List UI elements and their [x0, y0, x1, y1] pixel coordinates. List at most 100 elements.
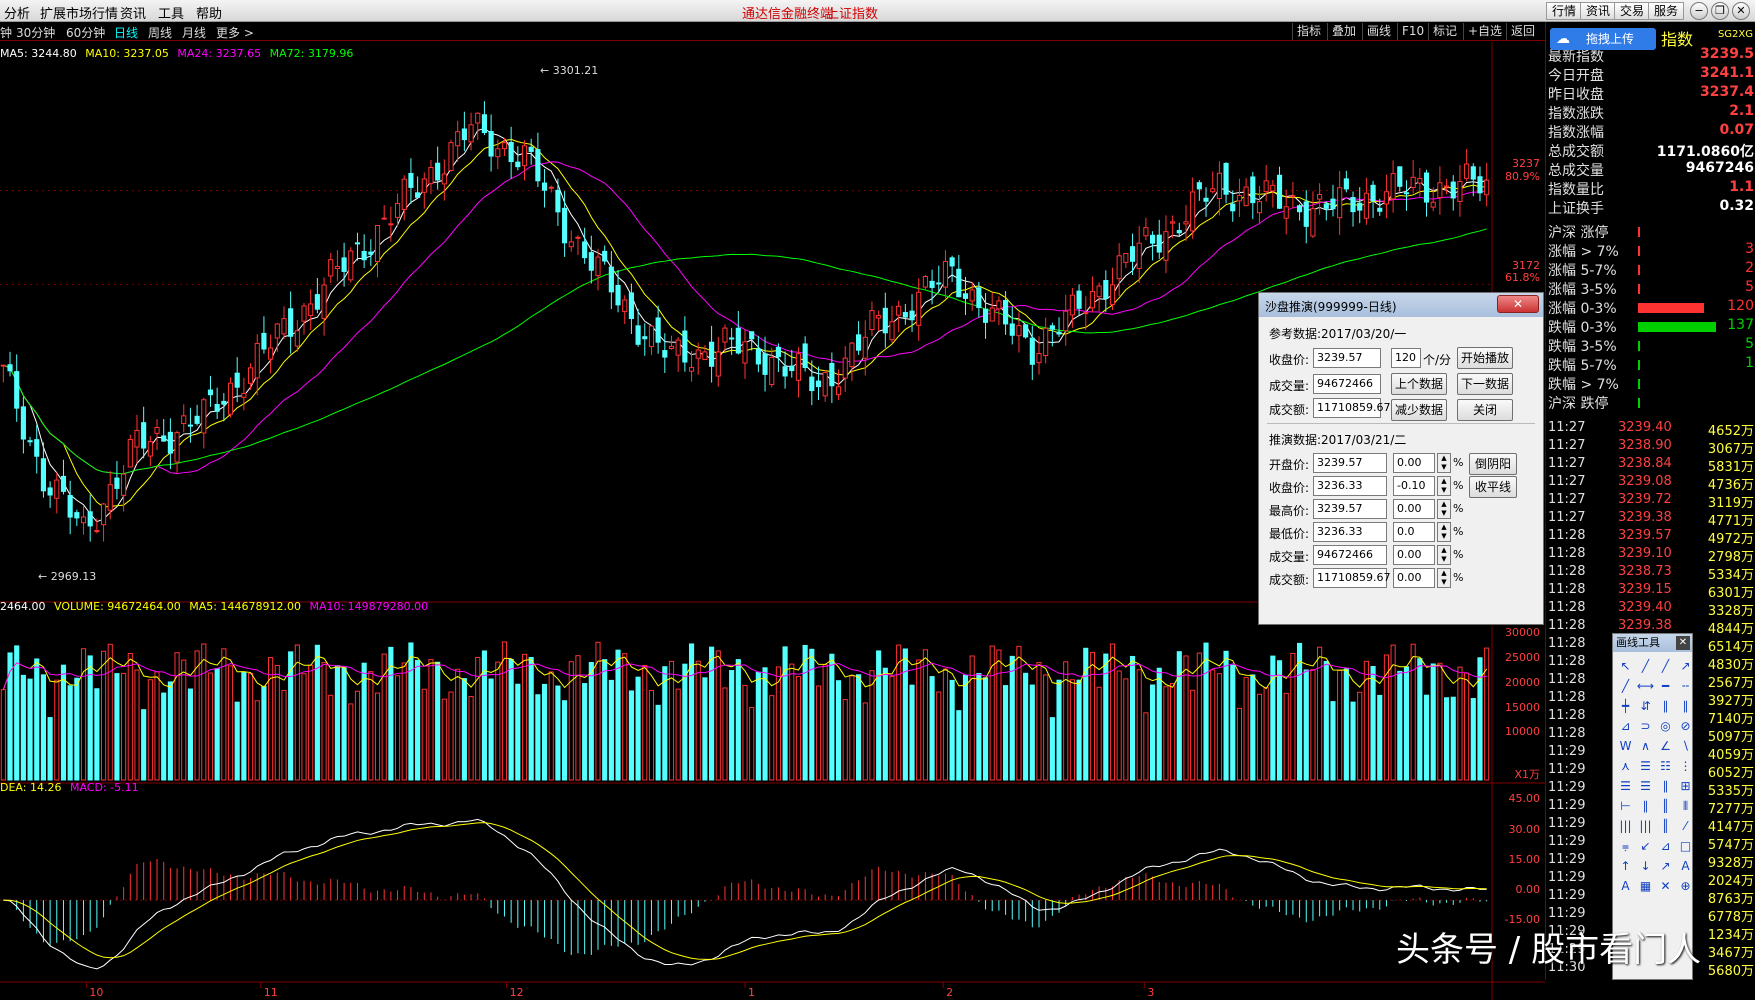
- draw-tool-icon[interactable]: ▦: [1635, 876, 1656, 896]
- sim-pct-input[interactable]: 0.00: [1393, 453, 1435, 473]
- menu-analysis[interactable]: 分析: [4, 3, 30, 22]
- draw-tool-icon[interactable]: ∧: [1635, 736, 1656, 756]
- spinner-icon[interactable]: ▲ ▼: [1437, 499, 1451, 519]
- draw-tool-icon[interactable]: ◎: [1655, 716, 1676, 736]
- draw-tool-icon[interactable]: ∠: [1655, 736, 1676, 756]
- distribution-row[interactable]: 涨幅 > 7% 3: [1546, 241, 1755, 260]
- draw-tool-icon[interactable]: ∥: [1675, 696, 1696, 716]
- draw-tool-icon[interactable]: ╱: [1615, 676, 1636, 696]
- menu-tools[interactable]: 工具: [158, 3, 184, 22]
- spinner-icon[interactable]: ▲ ▼: [1437, 568, 1451, 588]
- draw-tool-icon[interactable]: ↙: [1635, 836, 1656, 856]
- draw-tool-icon[interactable]: |||: [1615, 816, 1636, 836]
- draw-tool-icon[interactable]: ║: [1655, 816, 1676, 836]
- spinner-icon[interactable]: ▲ ▼: [1437, 545, 1451, 565]
- ref-close-input[interactable]: 3239.57: [1313, 348, 1381, 368]
- sim-value-input[interactable]: 3236.33: [1313, 522, 1387, 542]
- draw-tool-icon[interactable]: ⋮: [1675, 756, 1696, 776]
- less-data-button[interactable]: 减少数据: [1391, 399, 1447, 421]
- spinner-icon[interactable]: ▲ ▼: [1437, 476, 1451, 496]
- upload-button[interactable]: ☁ 拖拽上传: [1550, 28, 1656, 50]
- distribution-row[interactable]: 跌幅 0-3% 137: [1546, 317, 1755, 336]
- draw-tool-icon[interactable]: ∥: [1655, 776, 1676, 796]
- draw-tool-icon[interactable]: ↑: [1615, 856, 1636, 876]
- draw-tool-icon[interactable]: A: [1615, 876, 1636, 896]
- draw-tool-icon[interactable]: ∥: [1655, 696, 1676, 716]
- draw-tool-icon[interactable]: ⁄: [1675, 816, 1696, 836]
- dialog-titlebar[interactable]: 沙盘推演(999999-日线) ✕: [1259, 293, 1543, 317]
- distribution-row[interactable]: 跌幅 > 7%: [1546, 374, 1755, 393]
- draw-tool-icon[interactable]: ⟷: [1635, 676, 1656, 696]
- distribution-row[interactable]: 沪深 跌停: [1546, 393, 1755, 412]
- period-weekly[interactable]: 周线: [148, 24, 172, 41]
- draw-tool-icon[interactable]: ⇵: [1635, 696, 1656, 716]
- draw-tool-icon[interactable]: ⊃: [1635, 716, 1656, 736]
- draw-tool-icon[interactable]: |||: [1635, 816, 1656, 836]
- draw-tool-icon[interactable]: ☷: [1655, 756, 1676, 776]
- sim-pct-input[interactable]: 0.00: [1393, 545, 1435, 565]
- back-button[interactable]: 返回: [1506, 23, 1539, 40]
- draw-tool-icon[interactable]: ∥: [1635, 796, 1656, 816]
- draw-tool-icon[interactable]: ⋏: [1615, 756, 1636, 776]
- period-more[interactable]: 更多 >: [216, 24, 254, 41]
- sim-pct-input[interactable]: 0.00: [1393, 499, 1435, 519]
- draw-tool-icon[interactable]: ☰: [1635, 776, 1656, 796]
- draw-tool-icon[interactable]: ╌: [1675, 676, 1696, 696]
- draw-tool-icon[interactable]: A: [1675, 856, 1696, 876]
- draw-tool-icon[interactable]: ↗: [1655, 856, 1676, 876]
- draw-tool-icon[interactable]: ⦀: [1675, 796, 1696, 816]
- sim-value-input[interactable]: 11710859.67: [1313, 568, 1390, 588]
- distribution-row[interactable]: 沪深 涨停: [1546, 222, 1755, 241]
- sim-pct-input[interactable]: 0.0: [1393, 522, 1435, 542]
- overlay-button[interactable]: 叠加: [1327, 23, 1360, 40]
- prev-data-button[interactable]: 上个数据: [1391, 373, 1447, 395]
- draw-tool-icon[interactable]: ⊘: [1675, 716, 1696, 736]
- draw-tool-icon[interactable]: ∖: [1675, 736, 1696, 756]
- distribution-row[interactable]: 涨幅 5-7% 2: [1546, 260, 1755, 279]
- period-monthly[interactable]: 月线: [182, 24, 206, 41]
- period-60min[interactable]: 60分钟: [66, 24, 105, 41]
- minimize-icon[interactable]: −: [1690, 2, 1708, 20]
- sim-pct-input[interactable]: -0.10: [1393, 476, 1435, 496]
- sim-value-input[interactable]: 3239.57: [1313, 453, 1387, 473]
- close-icon[interactable]: ✕: [1732, 2, 1750, 20]
- distribution-row[interactable]: 涨幅 0-3% 120: [1546, 298, 1755, 317]
- news-button[interactable]: 资讯: [1580, 2, 1617, 20]
- service-button[interactable]: 服务: [1648, 2, 1685, 20]
- draw-tool-icon[interactable]: ┿: [1615, 696, 1636, 716]
- ref-amt-input[interactable]: 11710859.67: [1313, 398, 1390, 418]
- menu-help[interactable]: 帮助: [196, 3, 222, 22]
- draw-tool-icon[interactable]: ╱: [1655, 656, 1676, 676]
- draw-tool-icon[interactable]: ╱: [1635, 656, 1656, 676]
- distribution-row[interactable]: 涨幅 3-5% 5: [1546, 279, 1755, 298]
- indicator-button[interactable]: 指标: [1292, 23, 1325, 40]
- sim-pct-input[interactable]: 0.00: [1393, 568, 1435, 588]
- draw-tool-icon[interactable]: W: [1615, 736, 1636, 756]
- draw-tools-close-icon[interactable]: ✕: [1676, 636, 1690, 650]
- sim-value-input[interactable]: 94672466: [1313, 545, 1387, 565]
- period-minute[interactable]: 钟: [0, 24, 12, 41]
- draw-tool-icon[interactable]: ⊿: [1615, 716, 1636, 736]
- period-daily[interactable]: 日线: [114, 24, 138, 41]
- restore-icon[interactable]: ❐: [1711, 2, 1729, 20]
- draw-tool-icon[interactable]: ☰: [1615, 776, 1636, 796]
- draw-tool-icon[interactable]: ⊞: [1675, 776, 1696, 796]
- next-data-button[interactable]: 下一数据: [1457, 373, 1513, 395]
- count-input[interactable]: 120: [1391, 348, 1421, 368]
- dialog-close-icon[interactable]: ✕: [1497, 295, 1539, 313]
- draw-tool-icon[interactable]: ║: [1655, 796, 1676, 816]
- play-button[interactable]: 开始播放: [1457, 347, 1513, 369]
- draw-tool-icon[interactable]: ↗: [1675, 656, 1696, 676]
- draw-tool-icon[interactable]: ✕: [1655, 876, 1676, 896]
- add-watchlist-button[interactable]: +自选: [1463, 23, 1506, 40]
- f10-button[interactable]: F10: [1397, 23, 1428, 40]
- distribution-row[interactable]: 跌幅 5-7% 1: [1546, 355, 1755, 374]
- mark-button[interactable]: 标记: [1428, 23, 1461, 40]
- draw-tool-icon[interactable]: □: [1675, 836, 1696, 856]
- draw-tool-icon[interactable]: ⊕: [1675, 876, 1696, 896]
- quote-button[interactable]: 行情: [1546, 2, 1583, 20]
- ref-vol-input[interactable]: 94672466: [1313, 374, 1381, 394]
- draw-tool-icon[interactable]: ⩦: [1615, 836, 1636, 856]
- draw-tool-icon[interactable]: ↖: [1615, 656, 1636, 676]
- sim-value-input[interactable]: 3239.57: [1313, 499, 1387, 519]
